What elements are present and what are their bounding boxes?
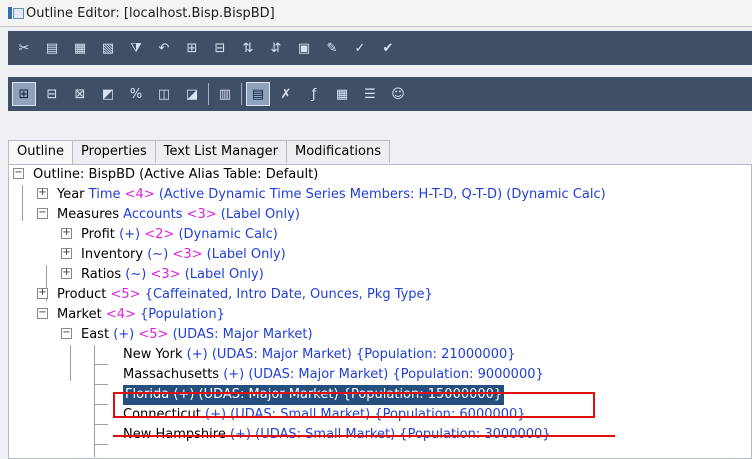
filter-icon[interactable]: ⧩ xyxy=(124,36,148,60)
verify-all-icon[interactable]: ✔ xyxy=(376,36,400,60)
save-icon[interactable]: ▣ xyxy=(292,36,316,60)
tab-text-list-manager[interactable]: Text List Manager xyxy=(154,140,287,163)
users-icon[interactable]: ☺ xyxy=(386,82,410,106)
collapse-toggle-icon[interactable]: − xyxy=(61,328,72,339)
tree-line xyxy=(94,444,108,445)
tree-node-new-york[interactable]: New York (+) (UDAS: Major Market) {Popul… xyxy=(123,345,516,365)
undo-icon[interactable]: ↶ xyxy=(152,36,176,60)
cut-icon[interactable]: ✂ xyxy=(12,36,36,60)
toolbar-separator xyxy=(208,83,209,105)
tree-node-measures[interactable]: − Measures Accounts <3> (Label Only) xyxy=(37,205,300,225)
tree-node-profit[interactable]: + Profit (+) <2> (Dynamic Calc) xyxy=(61,225,278,245)
restore-icon[interactable]: ◫ xyxy=(152,82,176,106)
collapse-toggle-icon[interactable]: − xyxy=(13,168,24,179)
tree-node-product[interactable]: + Product <5> {Caffeinated, Intro Date, O… xyxy=(37,285,433,305)
outline-tree: − Outline: BispBD (Active Alias Table: De… xyxy=(8,164,752,459)
minimize-icon[interactable]: ◩ xyxy=(96,82,120,106)
tab-outline[interactable]: Outline xyxy=(8,140,74,165)
tree-line xyxy=(22,185,23,221)
delete-icon[interactable]: ✗ xyxy=(274,82,298,106)
expand-icon[interactable]: ⊞ xyxy=(12,82,36,106)
tab-modifications[interactable]: Modifications xyxy=(286,140,391,163)
highlight-underline xyxy=(113,435,615,437)
highlight-box xyxy=(113,392,595,418)
collapse-icon[interactable]: ⊟ xyxy=(40,82,64,106)
expand-toggle-icon[interactable]: + xyxy=(37,188,48,199)
percent-icon[interactable]: % xyxy=(124,82,148,106)
tree-node-massachusetts[interactable]: Massachusetts (+) (UDAS: Major Market) {… xyxy=(123,365,544,385)
paste-icon[interactable]: ▦ xyxy=(68,36,92,60)
add-sibling-icon[interactable]: ⊟ xyxy=(208,36,232,60)
edit-icon[interactable]: ✎ xyxy=(320,36,344,60)
collapse-toggle-icon[interactable]: − xyxy=(37,208,48,219)
main-toolbar: ✂ ▤ ▦ ▧ ⧩ ↶ ⊞ ⊟ ⇅ ⇵ ▣ ✎ ✓ ✔ xyxy=(8,31,752,65)
sort-icon[interactable]: ⇅ xyxy=(236,36,260,60)
tree-node-east[interactable]: − East (+) <5> (UDAS: Major Market) xyxy=(61,325,313,345)
title-bar: Outline Editor: [localhost.Bisp.BispBD] xyxy=(0,0,752,27)
tree-node-ratios[interactable]: + Ratios (~) <3> (Label Only) xyxy=(61,265,264,285)
maximize-icon[interactable]: ◪ xyxy=(180,82,204,106)
expand-toggle-icon[interactable]: + xyxy=(61,228,72,239)
list-icon[interactable]: ☰ xyxy=(358,82,382,106)
properties-icon[interactable]: ▤ xyxy=(246,82,270,106)
tree-line xyxy=(94,404,108,405)
expand-toggle-icon[interactable]: + xyxy=(61,248,72,259)
tab-bar: Outline Properties Text List Manager Mod… xyxy=(8,140,391,165)
outline-editor-icon xyxy=(8,7,24,19)
close-icon[interactable]: ⊠ xyxy=(68,82,92,106)
table-icon[interactable]: ▦ xyxy=(330,82,354,106)
grid-icon[interactable]: ▥ xyxy=(213,82,237,106)
tree-node-root[interactable]: − Outline: BispBD (Active Alias Table: De… xyxy=(13,165,318,185)
tab-properties[interactable]: Properties xyxy=(72,140,156,163)
tree-node-year[interactable]: + Year Time <4> (Active Dynamic Time Seri… xyxy=(37,185,606,205)
tree-line xyxy=(94,345,95,457)
verify-icon[interactable]: ✓ xyxy=(348,36,372,60)
tree-line xyxy=(94,364,108,365)
tree-node-market[interactable]: − Market <4> {Population} xyxy=(37,305,225,325)
tree-node-inventory[interactable]: + Inventory (~) <3> (Label Only) xyxy=(61,245,286,265)
add-child-icon[interactable]: ⊞ xyxy=(180,36,204,60)
tree-line xyxy=(70,345,71,381)
tree-line xyxy=(94,384,108,385)
restructure-icon[interactable]: ⇵ xyxy=(264,36,288,60)
formula-icon[interactable]: ƒ xyxy=(302,82,326,106)
root-label: Outline: BispBD (Active Alias Table: Def… xyxy=(33,167,319,182)
copy-icon[interactable]: ▤ xyxy=(40,36,64,60)
window-title: Outline Editor: [localhost.Bisp.BispBD] xyxy=(26,5,275,21)
expand-toggle-icon[interactable]: + xyxy=(37,288,48,299)
paste-special-icon[interactable]: ▧ xyxy=(96,36,120,60)
tree-line xyxy=(94,424,108,425)
toolbar-separator xyxy=(241,83,242,105)
collapse-toggle-icon[interactable]: − xyxy=(37,308,48,319)
expand-toggle-icon[interactable]: + xyxy=(61,268,72,279)
view-toolbar: ⊞ ⊟ ⊠ ◩ % ◫ ◪ ▥ ▤ ✗ ƒ ▦ ☰ ☺ xyxy=(8,77,752,111)
